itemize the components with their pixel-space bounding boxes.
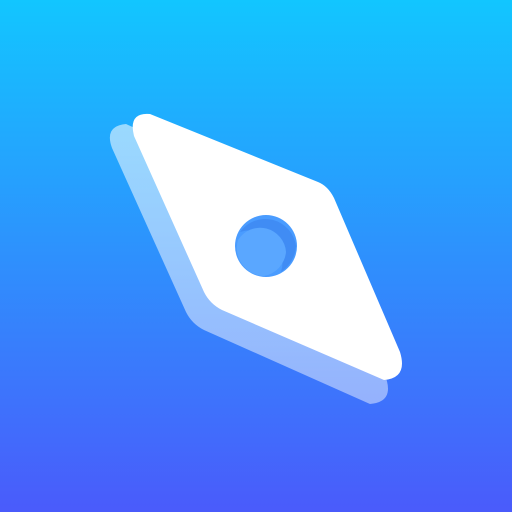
- app-icon-graphic: [0, 0, 512, 512]
- app-icon: [0, 0, 512, 512]
